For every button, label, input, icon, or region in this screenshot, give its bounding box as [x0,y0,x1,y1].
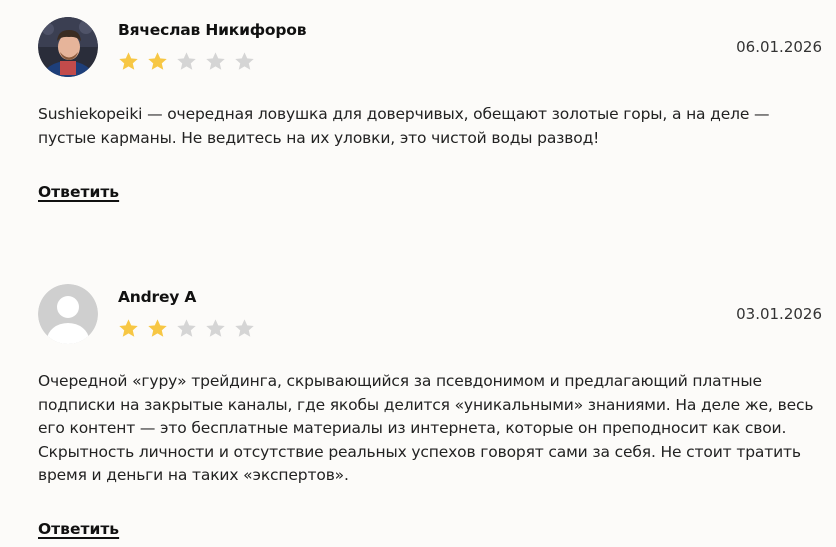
star-empty-icon [235,319,254,337]
review-text: Sushiekopeiki — очередная ловушка для до… [38,105,770,147]
star-empty-icon [177,52,196,70]
star-empty-icon [235,52,254,70]
user-photo-icon [38,17,98,77]
star-filled-icon [148,319,167,337]
star-filled-icon [119,52,138,70]
user-avatar [38,284,98,344]
rating-stars [118,318,263,342]
default-avatar-icon [38,284,98,344]
rating-stars [118,51,263,75]
user-avatar [38,17,98,77]
star-empty-icon [177,319,196,337]
review-author: Вячеслав Никифоров [118,21,307,39]
review-date: 06.01.2026 [736,38,822,56]
star-empty-icon [206,319,225,337]
star-empty-icon [206,52,225,70]
star-filled-icon [148,52,167,70]
review-author: Andrey A [118,288,197,306]
reply-link[interactable]: Ответить [38,520,119,538]
reply-link[interactable]: Ответить [38,183,119,201]
review-text: Очередной «гуру» трейдинга, скрывающийся… [38,372,814,484]
review-date: 03.01.2026 [736,305,822,323]
star-filled-icon [119,319,138,337]
